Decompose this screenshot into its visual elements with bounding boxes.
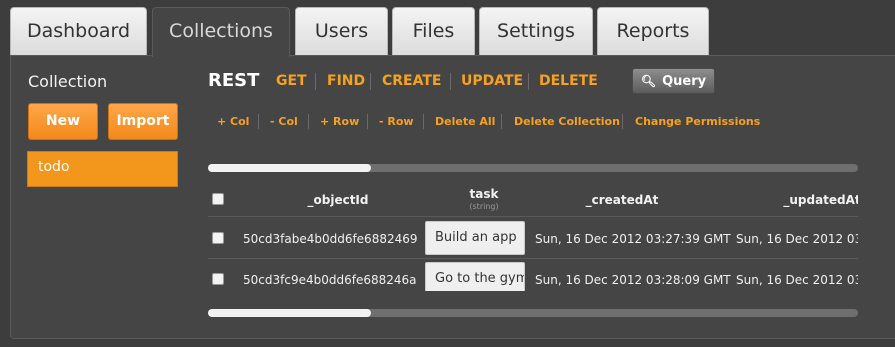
- cell-updatedat: Sun, 16 Dec 2012 03:27:39 GMT: [736, 232, 858, 246]
- import-button[interactable]: Import: [108, 103, 178, 140]
- cell-createdat: Sun, 16 Dec 2012 03:28:09 GMT: [535, 273, 731, 287]
- column-type-label: (string): [469, 202, 499, 211]
- tab-dashboard[interactable]: Dashboard: [10, 7, 147, 55]
- cell-task[interactable]: Go to the gym: [425, 262, 525, 291]
- update-method-link[interactable]: UPDATE: [461, 73, 523, 89]
- divider: [258, 114, 259, 129]
- divider: [370, 73, 371, 90]
- row-checkbox[interactable]: [212, 232, 224, 244]
- remove-column-link[interactable]: - Col: [270, 115, 298, 128]
- tab-files[interactable]: Files: [392, 7, 475, 55]
- divider: [315, 73, 316, 90]
- get-method-link[interactable]: GET: [276, 73, 307, 89]
- row-divider: [208, 258, 858, 259]
- column-header-createdat[interactable]: _createdAt: [562, 193, 682, 207]
- new-collection-button[interactable]: New: [28, 103, 98, 140]
- tab-settings[interactable]: Settings: [479, 7, 593, 55]
- column-header-task[interactable]: task: [434, 187, 534, 201]
- divider: [622, 114, 623, 129]
- divider: [308, 114, 309, 129]
- collection-item-todo[interactable]: todo: [27, 151, 178, 187]
- cell-createdat: Sun, 16 Dec 2012 03:27:39 GMT: [535, 232, 731, 246]
- select-all-checkbox[interactable]: [212, 193, 224, 205]
- tab-collections[interactable]: Collections: [152, 7, 290, 57]
- change-permissions-link[interactable]: Change Permissions: [635, 115, 760, 128]
- collections-panel: Collection New Import todo REST GET FIND…: [10, 55, 895, 339]
- delete-all-link[interactable]: Delete All: [435, 115, 495, 128]
- remove-row-link[interactable]: - Row: [379, 115, 414, 128]
- delete-method-link[interactable]: DELETE: [539, 73, 598, 89]
- divider: [367, 114, 368, 129]
- table-scrollbar-top[interactable]: [208, 164, 858, 172]
- delete-collection-link[interactable]: Delete Collection: [514, 115, 620, 128]
- divider: [450, 73, 451, 90]
- query-label: Query: [662, 74, 707, 89]
- create-method-link[interactable]: CREATE: [382, 73, 441, 89]
- tab-users[interactable]: Users: [295, 7, 388, 55]
- scrollbar-thumb[interactable]: [208, 164, 371, 172]
- column-header-objectid[interactable]: _objectId: [288, 193, 388, 207]
- divider: [423, 114, 424, 129]
- divider: [501, 114, 502, 129]
- cell-objectid: 50cd3fc9e4b0dd6fe688246a: [243, 273, 417, 287]
- tab-reports[interactable]: Reports: [597, 7, 709, 55]
- search-icon: 🔍︎: [640, 74, 657, 88]
- scrollbar-thumb[interactable]: [208, 309, 371, 317]
- add-column-link[interactable]: + Col: [217, 115, 249, 128]
- cell-updatedat: Sun, 16 Dec 2012 03:28:09 GMT: [736, 273, 858, 287]
- divider: [528, 73, 529, 90]
- rest-label: REST: [208, 70, 260, 91]
- tab-bar: Dashboard Collections Users Files Settin…: [0, 0, 895, 57]
- find-method-link[interactable]: FIND: [327, 73, 365, 89]
- add-row-link[interactable]: + Row: [320, 115, 359, 128]
- cell-task[interactable]: Build an app: [425, 221, 525, 255]
- table-scrollbar-bottom[interactable]: [208, 309, 858, 317]
- collection-heading: Collection: [28, 72, 108, 91]
- cell-objectid: 50cd3fabe4b0dd6fe6882469: [243, 232, 418, 246]
- data-table: _objectId task (string) _createdAt _upda…: [208, 181, 858, 291]
- column-header-updatedat[interactable]: _updatedAt: [762, 193, 858, 207]
- row-divider: [208, 216, 858, 217]
- query-button[interactable]: 🔍︎ Query: [632, 68, 715, 94]
- row-checkbox[interactable]: [212, 273, 224, 285]
